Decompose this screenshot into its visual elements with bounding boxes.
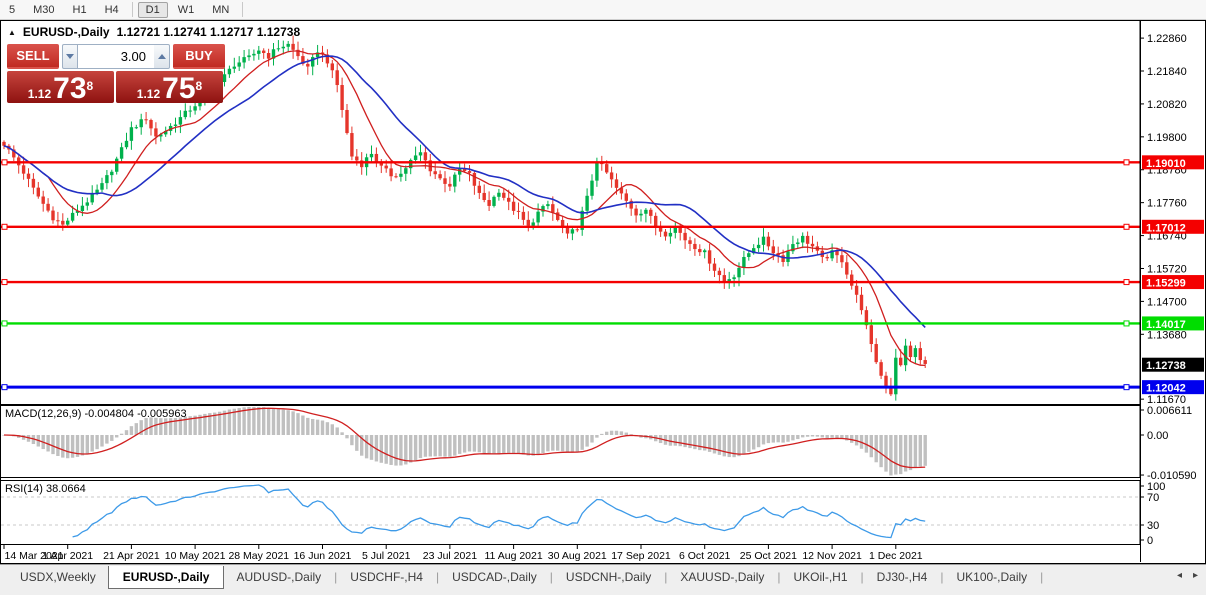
chart-tab-usdcnh-daily[interactable]: USDCNH-,Daily bbox=[554, 567, 663, 587]
svg-text:30: 30 bbox=[1147, 520, 1159, 532]
tab-scroll-right-icon[interactable]: ▸ bbox=[1193, 570, 1198, 581]
buy-button[interactable]: BUY bbox=[173, 44, 225, 69]
timeframe-button-mn[interactable]: MN bbox=[204, 2, 237, 18]
tab-separator: | bbox=[860, 570, 864, 584]
toolbar-separator bbox=[242, 2, 244, 17]
chart-tab-ukoil-h1[interactable]: UKOil-,H1 bbox=[782, 567, 860, 587]
svg-text:17 Sep 2021: 17 Sep 2021 bbox=[611, 550, 671, 562]
tab-separator: | bbox=[334, 570, 338, 584]
tab-separator: | bbox=[435, 570, 440, 584]
svg-text:1.20820: 1.20820 bbox=[1147, 99, 1187, 111]
svg-text:1.12042: 1.12042 bbox=[1146, 383, 1186, 395]
chart-symbol-label: EURUSD-,Daily bbox=[22, 25, 110, 39]
svg-text:1.17012: 1.17012 bbox=[1146, 222, 1186, 234]
svg-text:0.006611: 0.006611 bbox=[1147, 405, 1192, 417]
svg-text:1.14700: 1.14700 bbox=[1147, 296, 1187, 308]
timeframe-button-m30[interactable]: M30 bbox=[25, 2, 62, 18]
chevron-down-icon bbox=[66, 54, 74, 59]
svg-text:6 Oct 2021: 6 Oct 2021 bbox=[679, 550, 731, 562]
date-axis[interactable]: 14 Mar 20211 Apr 2021 21 Apr 2021 10 May 2… bbox=[3, 545, 923, 562]
chart-tab-eurusd-daily[interactable]: EURUSD-,Daily bbox=[107, 565, 225, 589]
sell-price-button[interactable]: 1.12 73 8 bbox=[7, 71, 114, 105]
timeframe-button-5[interactable]: 5 bbox=[1, 2, 23, 18]
chart-tabs: USDX,Weekly EURUSD-,Daily AUDUSD-,Daily | US… bbox=[0, 565, 1044, 589]
svg-text:70: 70 bbox=[1147, 492, 1159, 504]
tab-separator: | bbox=[940, 570, 944, 584]
svg-text:1.19800: 1.19800 bbox=[1147, 132, 1187, 144]
timeframe-button-h4[interactable]: H4 bbox=[97, 2, 127, 18]
svg-text:23 Jul 2021: 23 Jul 2021 bbox=[423, 550, 477, 562]
chart-tab-audusd-daily[interactable]: AUDUSD-,Daily bbox=[224, 567, 333, 587]
svg-text:1.19010: 1.19010 bbox=[1146, 158, 1186, 170]
svg-text:1.15299: 1.15299 bbox=[1146, 278, 1186, 290]
tab-separator: | bbox=[549, 570, 553, 584]
chart-tabs-bar: USDX,Weekly EURUSD-,Daily AUDUSD-,Daily | US… bbox=[0, 564, 1206, 595]
svg-text:16 Jun 2021: 16 Jun 2021 bbox=[294, 550, 352, 562]
chart-tab-usdchf-h4[interactable]: USDCHF-,H4 bbox=[338, 567, 435, 587]
buy-price-prefix: 1.12 bbox=[136, 87, 161, 101]
timeframe-button-h1[interactable]: H1 bbox=[65, 2, 95, 18]
macd-indicator-label: MACD(12,26,9) -0.004804 -0.005963 bbox=[5, 408, 187, 420]
tab-separator: | bbox=[1040, 570, 1044, 584]
svg-text:1.12738: 1.12738 bbox=[1146, 360, 1186, 372]
svg-text:28 May 2021: 28 May 2021 bbox=[228, 550, 289, 562]
svg-text:1.17760: 1.17760 bbox=[1147, 198, 1187, 210]
svg-text:1.22860: 1.22860 bbox=[1147, 33, 1187, 45]
volume-input[interactable]: 3.00 bbox=[78, 44, 154, 69]
sell-price-pip: 8 bbox=[86, 79, 94, 93]
chart-tab-usdx-weekly[interactable]: USDX,Weekly bbox=[8, 567, 108, 587]
timeframe-toolbar: 5 M30 H1 H4 D1 W1 MN bbox=[0, 0, 1206, 20]
chevron-up-icon bbox=[157, 54, 166, 59]
svg-text:0.00: 0.00 bbox=[1147, 430, 1168, 442]
svg-text:1.13680: 1.13680 bbox=[1147, 329, 1187, 341]
buy-price-button[interactable]: 1.12 75 8 bbox=[116, 71, 223, 105]
buy-price-big: 75 bbox=[162, 72, 196, 105]
chart-ohlc-values: 1.12721 1.12741 1.12717 1.12738 bbox=[116, 25, 301, 39]
svg-text:12 Nov 2021: 12 Nov 2021 bbox=[802, 550, 862, 562]
svg-text:30 Aug 2021: 30 Aug 2021 bbox=[548, 550, 607, 562]
toolbar-separator bbox=[131, 2, 133, 17]
volume-increase-button[interactable] bbox=[154, 44, 170, 69]
timeframe-button-w1[interactable]: W1 bbox=[170, 2, 203, 18]
chart-tab-dj30-h4[interactable]: DJ30-,H4 bbox=[865, 567, 940, 587]
svg-text:1 Apr 2021: 1 Apr 2021 bbox=[42, 550, 93, 562]
volume-decrease-button[interactable] bbox=[62, 44, 78, 69]
sell-price-big: 73 bbox=[53, 72, 87, 105]
svg-text:11 Aug 2021: 11 Aug 2021 bbox=[484, 550, 542, 562]
timeframe-button-d1[interactable]: D1 bbox=[137, 1, 168, 18]
one-click-trade-panel: SELL 3.00 BUY 1.12 73 8 1.12 75 8 bbox=[7, 44, 225, 105]
chart-title: ▲ EURUSD-,Daily 1.12721 1.12741 1.12717 … bbox=[8, 25, 300, 39]
buy-price-pip: 8 bbox=[195, 79, 203, 93]
rsi-indicator-label: RSI(14) 38.0664 bbox=[5, 483, 86, 495]
tab-scroll-left-icon[interactable]: ◂ bbox=[1177, 570, 1182, 581]
chart-tab-xauusd-daily[interactable]: XAUUSD-,Daily bbox=[668, 567, 776, 587]
chart-tab-usdcad-daily[interactable]: USDCAD-,Daily bbox=[440, 567, 549, 587]
rsi-panel-canvas bbox=[1, 484, 1139, 539]
sell-price-prefix: 1.12 bbox=[27, 87, 52, 101]
svg-text:5 Jul 2021: 5 Jul 2021 bbox=[362, 550, 411, 562]
sell-button[interactable]: SELL bbox=[7, 44, 59, 69]
horizontal-level-lines[interactable] bbox=[0, 159, 1140, 391]
price-axis[interactable]: 1.228601.218401.208201.198001.187801.177… bbox=[1140, 33, 1197, 547]
svg-text:1.14017: 1.14017 bbox=[1146, 319, 1186, 331]
svg-text:10 May 2021: 10 May 2021 bbox=[165, 550, 226, 562]
svg-text:21 Apr 2021: 21 Apr 2021 bbox=[103, 550, 160, 562]
tab-separator: | bbox=[664, 570, 668, 584]
one-click-panel-toggle-icon[interactable]: ▲ bbox=[8, 28, 16, 37]
tab-separator: | bbox=[777, 570, 781, 584]
svg-text:1.21840: 1.21840 bbox=[1147, 66, 1187, 78]
svg-text:1.15720: 1.15720 bbox=[1147, 263, 1187, 275]
chart-tab-uk100-daily[interactable]: UK100-,Daily bbox=[944, 567, 1039, 587]
svg-text:25 Oct 2021: 25 Oct 2021 bbox=[740, 550, 797, 562]
svg-text:0: 0 bbox=[1147, 535, 1153, 547]
svg-text:1 Dec 2021: 1 Dec 2021 bbox=[869, 550, 923, 562]
